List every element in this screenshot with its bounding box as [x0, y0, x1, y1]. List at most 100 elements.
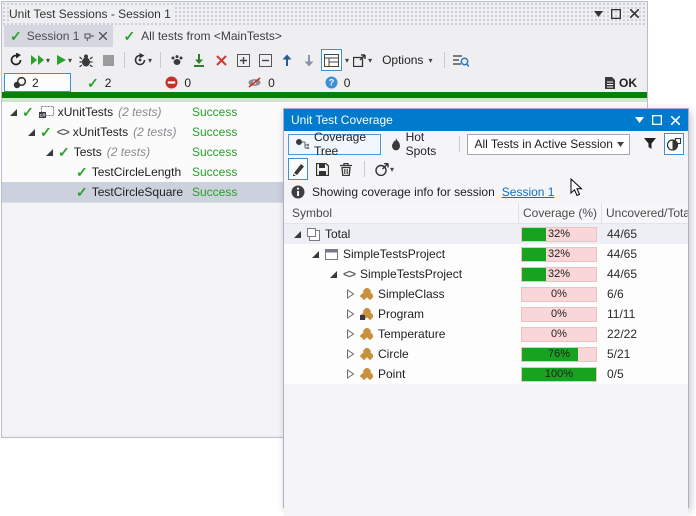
coverage-row-class[interactable]: Circle 76% 5/21: [284, 344, 688, 364]
coverage-bar: 32%: [521, 227, 597, 242]
tab-hot-spots[interactable]: Hot Spots: [385, 134, 451, 155]
collapsed-arrow-icon[interactable]: [346, 329, 355, 339]
tree-node-label: TestCircleLength: [92, 165, 181, 179]
main-titlebar[interactable]: Unit Test Sessions - Session 1: [2, 2, 647, 25]
expanded-arrow-icon[interactable]: [310, 249, 320, 259]
run-tests-button[interactable]: ▾: [54, 49, 74, 71]
header-uncovered[interactable]: Uncovered/Total: [601, 203, 688, 223]
save-snapshot-icon[interactable]: [312, 158, 332, 180]
filter-ignored-button[interactable]: 0: [239, 73, 283, 92]
group-by-dropdown-icon[interactable]: ▾: [345, 56, 349, 65]
collapse-all-icon[interactable]: [255, 49, 275, 71]
coverage-titlebar[interactable]: Unit Test Coverage: [284, 109, 688, 131]
filter-failed-button[interactable]: 0: [157, 73, 199, 92]
tree-node-status: Success: [192, 165, 237, 179]
coverage-row-class[interactable]: Temperature 0% 22/22: [284, 324, 688, 344]
filter-inconclusive-button[interactable]: ? 0: [317, 73, 359, 92]
coverage-scope-value: All Tests in Active Session: [474, 137, 613, 151]
run-all-dropdown-icon[interactable]: ▾: [46, 56, 50, 65]
coverage-row-project[interactable]: SimpleTestsProject 32% 44/65: [284, 244, 688, 264]
coverage-window-menu-chevron-icon[interactable]: [630, 112, 648, 128]
filter-funnel-icon[interactable]: [640, 133, 660, 155]
highlight-coverage-toggle[interactable]: [288, 158, 308, 180]
status-filter-bar: 2 ✓ 2 0 0 ? 0 OK: [2, 73, 647, 92]
previous-test-icon[interactable]: [277, 49, 297, 71]
expand-all-icon[interactable]: [233, 49, 253, 71]
tests-count-icon: [13, 77, 26, 89]
uncovered-total: 44/65: [601, 227, 688, 241]
expanded-arrow-icon[interactable]: [8, 107, 18, 117]
passed-icon: ✓: [87, 76, 99, 90]
debug-tests-icon[interactable]: [76, 49, 96, 71]
titlebar-drag-area[interactable]: [183, 9, 589, 19]
navigate-coverage-icon[interactable]: ▾: [373, 158, 396, 180]
coverage-row-total[interactable]: Total 32% 44/65: [284, 224, 688, 244]
header-symbol[interactable]: Symbol: [284, 206, 518, 220]
symbol-name: SimpleTestsProject: [360, 267, 462, 281]
options-button[interactable]: Options▾: [376, 53, 438, 67]
search-tests-icon[interactable]: [451, 49, 471, 71]
append-tests-icon[interactable]: [189, 49, 209, 71]
pin-icon[interactable]: [84, 31, 94, 41]
header-coverage[interactable]: Coverage (%): [518, 203, 601, 223]
session-tab-close-icon[interactable]: [99, 32, 107, 40]
expanded-arrow-icon[interactable]: [44, 147, 54, 157]
class-icon: [360, 328, 373, 340]
group-by-button[interactable]: [321, 49, 342, 71]
tree-node-meta: (2 tests): [133, 125, 176, 139]
info-icon: [291, 185, 305, 199]
coverage-maximize-icon[interactable]: [648, 112, 666, 128]
collapsed-arrow-icon[interactable]: [346, 349, 355, 359]
coverage-bar: 32%: [521, 267, 597, 282]
drop-coverage-trash-icon[interactable]: [336, 158, 356, 180]
repeat-previous-run-icon[interactable]: ▾: [131, 49, 154, 71]
tab-session-1[interactable]: ✓ Session 1: [4, 25, 113, 47]
coverage-percent: 76%: [522, 348, 596, 361]
track-running-test-icon[interactable]: [167, 49, 187, 71]
next-test-icon[interactable]: [299, 49, 319, 71]
toolbar-separator: [459, 136, 460, 152]
remove-tests-icon[interactable]: [211, 49, 231, 71]
class-icon: [360, 288, 373, 300]
coverage-row-namespace[interactable]: <> SimpleTestsProject 32% 44/65: [284, 264, 688, 284]
coverage-row-class[interactable]: Point 100% 0/5: [284, 364, 688, 384]
uncovered-total: 5/21: [601, 347, 688, 361]
repeat-dropdown-icon[interactable]: ▾: [148, 56, 152, 65]
symbol-name: Total: [325, 227, 350, 241]
stop-run-icon[interactable]: [98, 49, 118, 71]
collapsed-arrow-icon[interactable]: [346, 369, 355, 379]
collapsed-arrow-icon[interactable]: [346, 289, 355, 299]
ignored-eye-icon: [247, 77, 262, 88]
flame-icon: [391, 138, 401, 151]
tree-node-meta: (2 tests): [118, 105, 161, 119]
combo-dropdown-icon[interactable]: [613, 135, 629, 154]
refresh-icon[interactable]: [6, 49, 26, 71]
window-menu-chevron-icon[interactable]: [589, 6, 607, 22]
tree-node-meta: (2 tests): [107, 145, 150, 159]
mouse-cursor: [570, 178, 583, 197]
coverage-row-class[interactable]: Program 0% 11/11: [284, 304, 688, 324]
run-dropdown-icon[interactable]: ▾: [68, 56, 72, 65]
session-link[interactable]: Session 1: [502, 185, 555, 199]
coverage-info-text: Showing coverage info for session: [312, 185, 495, 199]
shade-covered-code-toggle[interactable]: [664, 133, 684, 155]
coverage-bar: 0%: [521, 307, 597, 322]
filter-passed-button[interactable]: ✓ 2: [79, 73, 119, 92]
collapsed-arrow-icon[interactable]: [346, 309, 355, 319]
run-all-tests-button[interactable]: ▾: [28, 49, 52, 71]
filter-total-button[interactable]: 2: [4, 73, 71, 92]
coverage-tree-icon: [295, 138, 309, 151]
export-dropdown-icon[interactable]: ▾: [368, 56, 372, 65]
close-icon[interactable]: [625, 6, 643, 22]
expanded-arrow-icon[interactable]: [292, 229, 302, 239]
expanded-arrow-icon[interactable]: [328, 269, 338, 279]
coverage-row-class[interactable]: SimpleClass 0% 6/6: [284, 284, 688, 304]
navigate-dropdown-icon[interactable]: ▾: [390, 165, 394, 174]
coverage-scope-select[interactable]: All Tests in Active Session: [467, 134, 630, 155]
coverage-titlebar-drag-area[interactable]: [405, 115, 630, 125]
export-icon[interactable]: ▾: [351, 49, 374, 71]
coverage-close-icon[interactable]: [666, 112, 684, 128]
maximize-icon[interactable]: [607, 6, 625, 22]
tab-coverage-tree[interactable]: Coverage Tree: [288, 134, 381, 155]
expanded-arrow-icon[interactable]: [26, 127, 36, 137]
